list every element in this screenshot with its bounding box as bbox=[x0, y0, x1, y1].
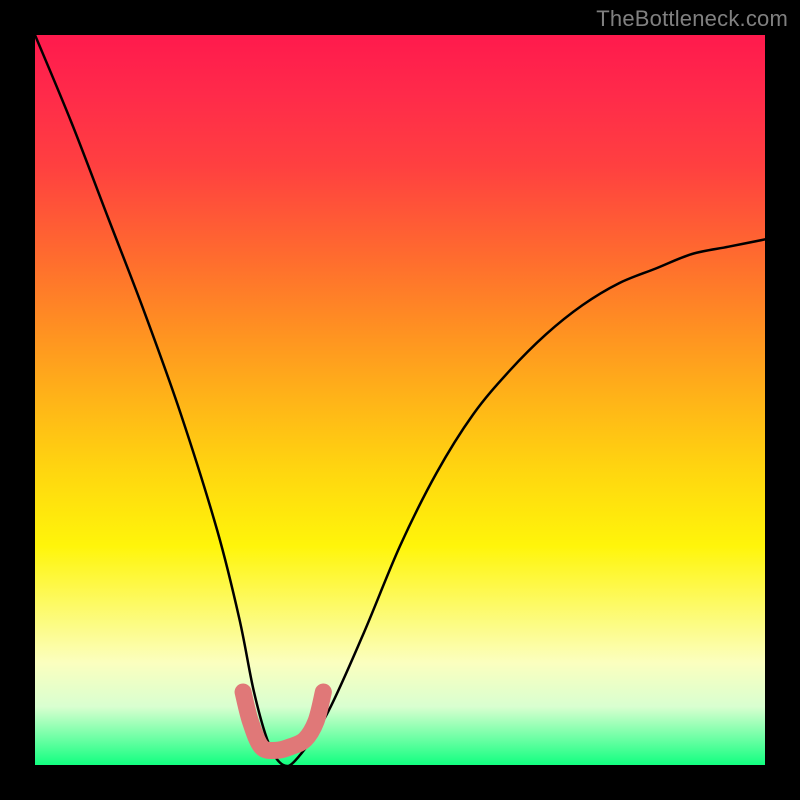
watermark-text: TheBottleneck.com bbox=[596, 6, 788, 32]
curve-svg bbox=[35, 35, 765, 765]
trough-marker bbox=[243, 692, 323, 751]
bottleneck-curve bbox=[35, 35, 765, 765]
plot-area bbox=[35, 35, 765, 765]
chart-stage: TheBottleneck.com bbox=[0, 0, 800, 800]
